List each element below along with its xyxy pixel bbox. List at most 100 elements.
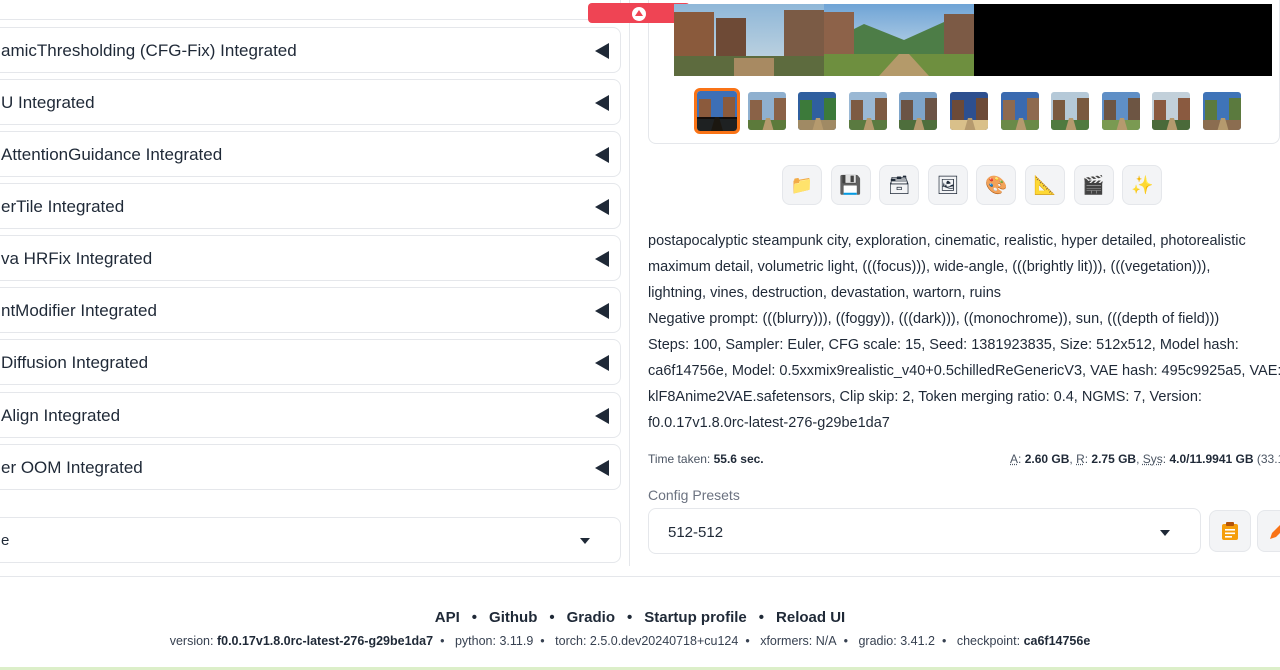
accordion-label: AttentionGuidance Integrated bbox=[1, 145, 223, 164]
footer-link-startup-profile[interactable]: Startup profile bbox=[644, 609, 747, 626]
footer-separator: • bbox=[471, 609, 478, 626]
accordion-item[interactable]: amicThresholding (CFG-Fix) Integrated bbox=[0, 27, 621, 73]
script-dropdown[interactable]: e bbox=[0, 517, 621, 563]
accordion-label: amicThresholding (CFG-Fix) Integrated bbox=[1, 41, 297, 60]
mem-a-value: 2.60 GB bbox=[1024, 452, 1070, 466]
save-button[interactable]: 💾 bbox=[830, 165, 871, 205]
thumbnail-image bbox=[798, 92, 837, 130]
infotext-line: Steps: 100, Sampler: Euler, CFG scale: 1… bbox=[648, 337, 1239, 353]
accordion-label: ntModifier Integrated bbox=[1, 301, 157, 320]
clipboard-button[interactable] bbox=[1209, 510, 1251, 552]
footer-separator: • bbox=[758, 609, 765, 626]
accordion-label: er OOM Integrated bbox=[1, 458, 143, 477]
arrow-up-icon bbox=[632, 7, 646, 21]
accordion-item[interactable]: ntModifier Integrated bbox=[0, 287, 621, 333]
mem-sys-label: Sys bbox=[1142, 452, 1163, 466]
gallery-thumbnail[interactable] bbox=[1051, 92, 1090, 130]
config-presets-label: Config Presets bbox=[648, 487, 740, 503]
time-taken-label: Time taken: bbox=[648, 452, 711, 466]
pencil-icon bbox=[1270, 525, 1280, 539]
gallery-thumbnail[interactable] bbox=[848, 92, 887, 130]
accordion-item[interactable]: va HRFix Integrated bbox=[0, 235, 621, 281]
python-label: python: bbox=[454, 634, 496, 648]
thumbnail-image bbox=[1203, 92, 1241, 130]
column-divider bbox=[629, 0, 630, 566]
infotext-line: lightning, vines, destruction, devastati… bbox=[648, 285, 1002, 301]
gradio-label: gradio: bbox=[858, 634, 897, 648]
gallery-thumbnail[interactable] bbox=[1101, 92, 1140, 130]
time-taken: Time taken: 55.6 sec. bbox=[648, 452, 764, 466]
thumbnail-image bbox=[1051, 92, 1090, 130]
accordion-label: U Integrated bbox=[1, 93, 95, 112]
save-icon: 💾 bbox=[839, 174, 862, 195]
footer-links: API • Github • Gradio • Startup profile • Reload… bbox=[0, 609, 1280, 626]
gallery-preview-image[interactable] bbox=[674, 4, 1272, 76]
clipboard-icon bbox=[1222, 522, 1238, 540]
footer-separator: • bbox=[626, 609, 633, 626]
gallery-thumbnail[interactable] bbox=[1203, 92, 1241, 130]
infotext-line: maximum detail, volumetric light, (((foc… bbox=[648, 259, 1211, 275]
thumbnail-image bbox=[1000, 92, 1039, 130]
folder-button[interactable]: 📁 bbox=[782, 165, 822, 205]
accordion-item[interactable]: erTile Integrated bbox=[0, 183, 621, 229]
send-to-img2img-icon: 🖼 bbox=[936, 174, 960, 195]
footer-link-api[interactable]: API bbox=[435, 609, 460, 626]
send-to-inpaint-icon: 🎨 bbox=[985, 174, 1008, 195]
python-value: 3.11.9 bbox=[499, 634, 534, 648]
infotext-line: ca6f14756e, Model: 0.5xxmix9realistic_v4… bbox=[648, 363, 1280, 379]
torch-value: 2.5.0.dev20240718+cu124 bbox=[589, 634, 739, 648]
script-dropdown-value: e bbox=[1, 532, 10, 549]
zip-save-icon: 🗃 bbox=[887, 174, 911, 195]
send-to-video-button[interactable]: 🎬 bbox=[1073, 165, 1114, 205]
send-to-video-icon: 🎬 bbox=[1082, 174, 1105, 195]
accordion-item[interactable]: U Integrated bbox=[0, 79, 621, 125]
accordion-item[interactable]: Diffusion Integrated bbox=[0, 339, 621, 385]
thumbnail-image bbox=[697, 91, 737, 131]
footer-link-gradio[interactable]: Gradio bbox=[567, 609, 615, 626]
collapse-arrow-icon bbox=[595, 147, 609, 163]
collapse-arrow-icon bbox=[595, 303, 609, 319]
magic-wand-button[interactable]: ✨ bbox=[1122, 165, 1163, 205]
gradio-value: 3.41.2 bbox=[900, 634, 935, 648]
footer-divider bbox=[0, 576, 1280, 577]
infotext-line: klF8Anime2VAE.safetensors, Clip skip: 2,… bbox=[648, 389, 1202, 405]
accordion-item[interactable]: er OOM Integrated bbox=[0, 444, 621, 490]
accordion-partial-top[interactable] bbox=[0, 0, 621, 20]
accordion-item[interactable]: AttentionGuidance Integrated bbox=[0, 131, 621, 177]
collapse-arrow-icon bbox=[595, 199, 609, 215]
thumbnail-image bbox=[1101, 92, 1140, 130]
accordion-item[interactable]: Align Integrated bbox=[0, 392, 621, 438]
send-to-inpaint-button[interactable]: 🎨 bbox=[976, 165, 1017, 205]
chevron-down-icon bbox=[1160, 530, 1170, 536]
mem-a-label: A bbox=[1010, 452, 1019, 466]
footer-link-reload-ui[interactable]: Reload UI bbox=[776, 609, 845, 626]
footer-link-github[interactable]: Github bbox=[489, 609, 537, 626]
gallery-thumbnail[interactable] bbox=[950, 92, 988, 130]
checkpoint-label: checkpoint: bbox=[956, 634, 1021, 648]
zip-save-button[interactable]: 🗃 bbox=[879, 165, 920, 205]
gallery-thumbnail[interactable] bbox=[694, 88, 740, 134]
preview-image-strip bbox=[674, 4, 1272, 76]
accordion-label: erTile Integrated bbox=[1, 197, 125, 216]
gallery-thumbnail[interactable] bbox=[798, 92, 837, 130]
extensions-panel: amicThresholding (CFG-Fix) Integrated U I… bbox=[0, 0, 630, 566]
gallery-thumbnail[interactable] bbox=[1000, 92, 1039, 130]
chevron-down-icon bbox=[580, 538, 590, 544]
magic-wand-icon: ✨ bbox=[1130, 174, 1154, 195]
xformers-label: xformers: bbox=[760, 634, 813, 648]
collapse-arrow-icon bbox=[595, 43, 609, 59]
edit-preset-button[interactable] bbox=[1257, 510, 1280, 552]
send-to-extras-button[interactable]: 📐 bbox=[1025, 165, 1065, 205]
thumbnail-image bbox=[848, 92, 887, 130]
accordion-label: Align Integrated bbox=[1, 406, 121, 425]
send-to-img2img-button[interactable]: 🖼 bbox=[927, 165, 968, 205]
config-presets-dropdown[interactable]: 512-512 bbox=[648, 508, 1201, 554]
gallery-thumbnail[interactable] bbox=[1152, 92, 1191, 130]
version-label: version: bbox=[169, 634, 214, 648]
checkpoint-value: ca6f14756e bbox=[1023, 634, 1091, 648]
infotext-line: Negative prompt: (((blurry))), ((foggy))… bbox=[648, 311, 1220, 327]
generation-infotext: postapocalyptic steampunk city, explorat… bbox=[648, 228, 1280, 436]
gallery-thumbnail[interactable] bbox=[747, 92, 786, 130]
gallery-thumbnail[interactable] bbox=[899, 92, 938, 130]
mem-sys-value: 4.0/11.9941 GB bbox=[1169, 452, 1254, 466]
